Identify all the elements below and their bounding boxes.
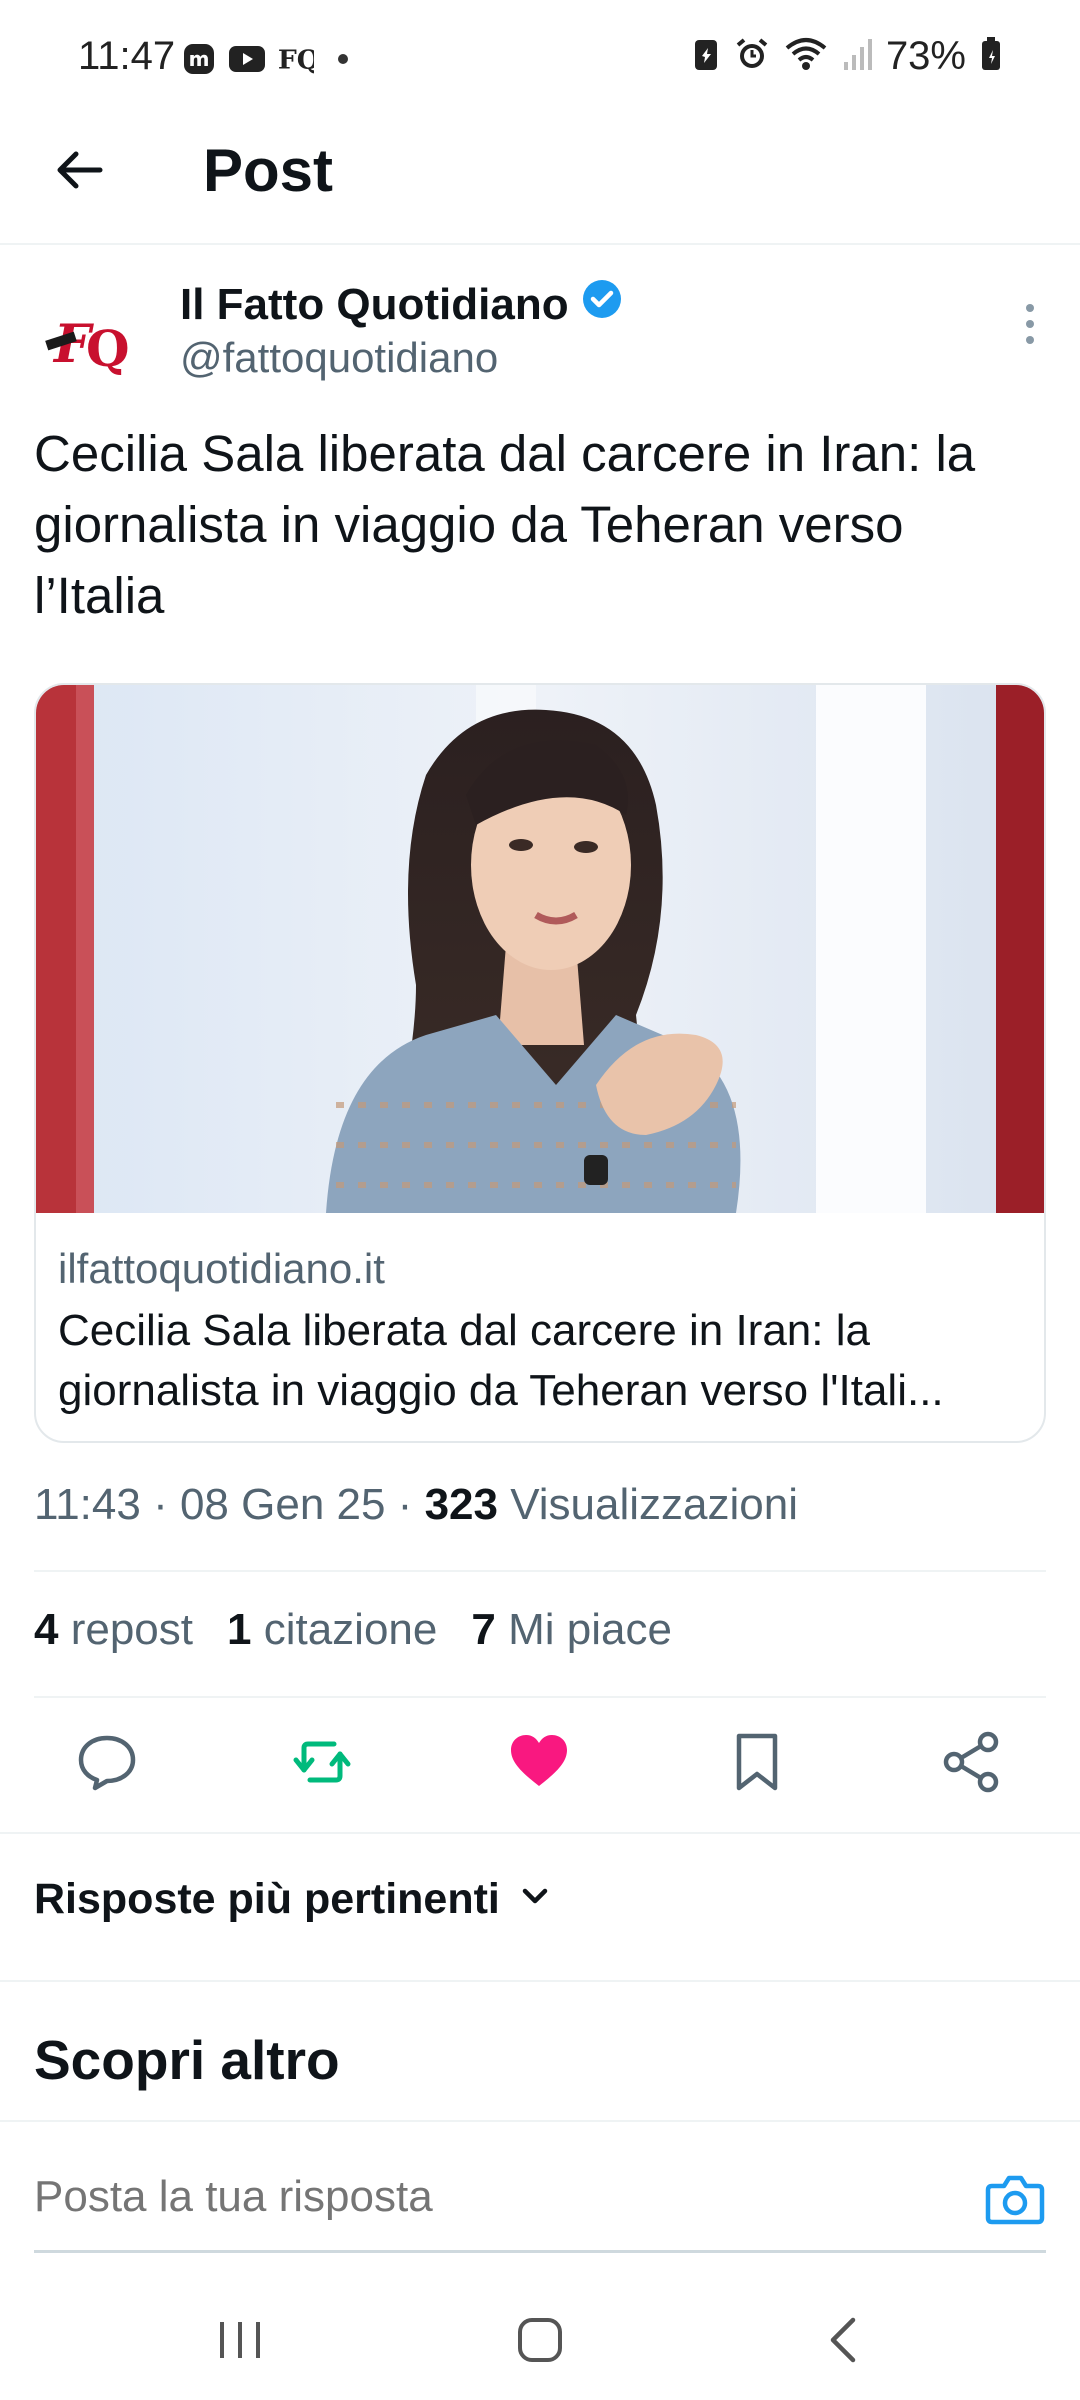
- engagement-stats: 4 repost 1 citazione 7 Mi piace: [34, 1605, 672, 1655]
- wifi-icon: [784, 36, 828, 77]
- share-icon[interactable]: [940, 1730, 1004, 1794]
- author-handle[interactable]: @fattoquotidiano: [180, 334, 498, 382]
- back-icon[interactable]: [815, 2310, 875, 2370]
- alarm-icon: [734, 36, 770, 77]
- link-preview-card[interactable]: ilfattoquotidiano.it Cecilia Sala libera…: [34, 683, 1046, 1443]
- divider: [0, 1832, 1080, 1834]
- dot-icon: [324, 40, 362, 78]
- repost-icon[interactable]: [290, 1730, 354, 1794]
- verified-badge-icon: [581, 278, 623, 331]
- like-icon[interactable]: [507, 1730, 571, 1794]
- top-app-bar: Post: [0, 120, 1080, 245]
- recents-icon[interactable]: [210, 2310, 270, 2370]
- home-icon[interactable]: [510, 2310, 570, 2370]
- svg-text:FQ: FQ: [278, 45, 314, 76]
- status-bar: 11:47 m FQ 73%: [0, 0, 1080, 120]
- reply-input[interactable]: [34, 2172, 934, 2222]
- reposts-stat[interactable]: 4 repost: [34, 1605, 193, 1655]
- arrow-left-icon[interactable]: [48, 138, 112, 202]
- status-time: 11:47: [78, 34, 176, 78]
- reply-sort-dropdown[interactable]: Risposte più pertinenti: [34, 1875, 552, 1924]
- author-name-row[interactable]: Il Fatto Quotidiano: [180, 278, 623, 331]
- likes-stat[interactable]: 7 Mi piace: [471, 1605, 672, 1655]
- views-count: 323: [424, 1480, 498, 1529]
- page-title: Post: [203, 137, 334, 204]
- post-date: 08 Gen 25: [179, 1480, 386, 1529]
- card-title: Cecilia Sala liberata dal carcere in Ira…: [58, 1306, 944, 1415]
- views-label[interactable]: Visualizzazioni: [498, 1480, 798, 1529]
- bookmark-icon[interactable]: [725, 1730, 789, 1794]
- quotes-stat[interactable]: 1 citazione: [227, 1605, 437, 1655]
- article-photo: [36, 685, 1044, 1213]
- reply-icon[interactable]: [75, 1730, 139, 1794]
- more-options-icon[interactable]: [1018, 300, 1042, 350]
- camera-icon[interactable]: [984, 2168, 1046, 2230]
- input-underline: [34, 2250, 1046, 2253]
- signal-icon: [842, 36, 872, 77]
- post-time: 11:43: [34, 1480, 141, 1529]
- svg-text:Q: Q: [86, 319, 130, 378]
- battery-icon: [980, 36, 1002, 77]
- author-name[interactable]: Il Fatto Quotidiano: [180, 280, 569, 330]
- post-meta: 11:43 · 08 Gen 25 · 323 Visualizzazioni: [34, 1480, 798, 1529]
- system-nav-bar: [0, 2280, 1080, 2400]
- card-domain: ilfattoquotidiano.it: [58, 1245, 385, 1292]
- battery-saver-icon: [692, 36, 720, 77]
- chevron-down-icon: [518, 1875, 552, 1924]
- fq-app-icon: FQ: [276, 40, 314, 78]
- divider: [34, 1570, 1046, 1572]
- divider: [34, 1696, 1046, 1698]
- avatar[interactable]: F Q: [34, 284, 152, 402]
- reply-composer: [0, 2120, 1080, 2260]
- battery-percent: 73%: [885, 34, 966, 78]
- post-actions: [0, 1730, 1080, 1800]
- mastodon-icon: m: [180, 40, 218, 78]
- youtube-icon: [228, 40, 266, 78]
- discover-more-heading: Scopri altro: [34, 2029, 340, 2091]
- svg-text:m: m: [189, 47, 210, 71]
- reply-sort-label: Risposte più pertinenti: [34, 1875, 500, 1923]
- post-text: Cecilia Sala liberata dal carcere in Ira…: [34, 425, 976, 624]
- divider: [0, 1980, 1080, 1982]
